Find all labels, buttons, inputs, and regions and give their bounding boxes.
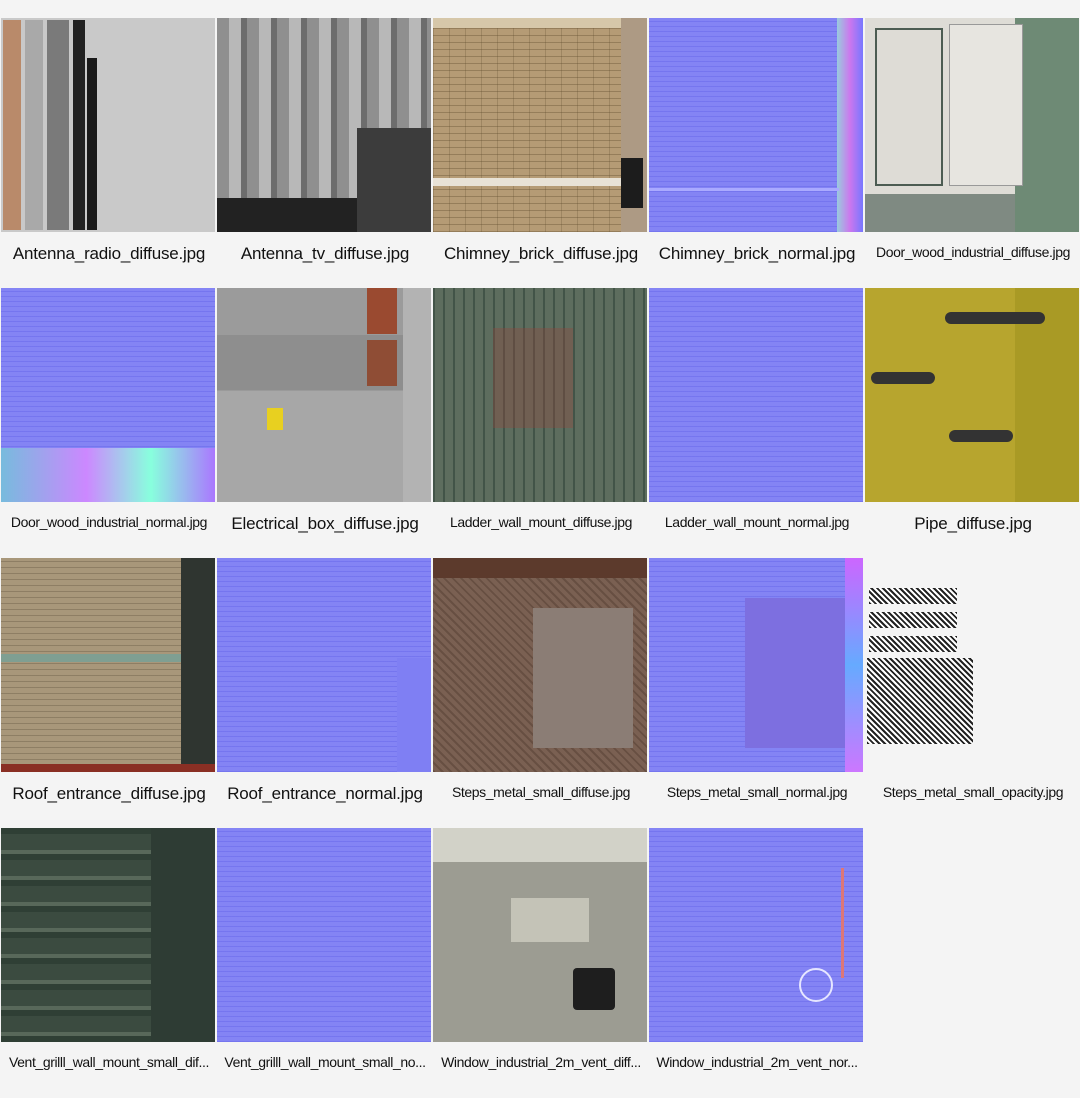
texture-thumbnail[interactable] — [217, 828, 431, 1042]
texture-filename: Vent_grilll_wall_mount_small_dif... — [9, 1054, 209, 1070]
texture-tile[interactable]: Vent_grilll_wall_mount_small_dif... — [1, 828, 217, 1098]
texture-tile[interactable]: Ladder_wall_mount_normal.jpg — [649, 288, 865, 558]
texture-filename: Steps_metal_small_opacity.jpg — [882, 784, 1064, 800]
texture-thumbnail[interactable] — [1, 828, 215, 1042]
texture-thumbnail[interactable] — [433, 558, 647, 772]
texture-tile[interactable]: Door_wood_industrial_diffuse.jpg — [865, 18, 1080, 288]
texture-filename: Roof_entrance_diffuse.jpg — [12, 784, 206, 803]
texture-thumbnail[interactable] — [649, 828, 863, 1042]
texture-filename: Antenna_tv_diffuse.jpg — [240, 244, 410, 263]
texture-tile[interactable]: Electrical_box_diffuse.jpg — [217, 288, 433, 558]
texture-tile[interactable]: Antenna_tv_diffuse.jpg — [217, 18, 433, 288]
texture-thumbnail[interactable] — [217, 18, 431, 232]
texture-filename: Ladder_wall_mount_normal.jpg — [664, 514, 850, 530]
texture-thumbnail[interactable] — [865, 558, 1079, 772]
texture-thumbnail[interactable] — [649, 288, 863, 502]
texture-thumbnail[interactable] — [217, 288, 431, 502]
texture-filename: Door_wood_industrial_normal.jpg — [10, 514, 208, 530]
texture-tile[interactable]: Door_wood_industrial_normal.jpg — [1, 288, 217, 558]
texture-thumbnail[interactable] — [433, 288, 647, 502]
texture-tile[interactable]: Antenna_radio_diffuse.jpg — [1, 18, 217, 288]
texture-tile[interactable]: Steps_metal_small_opacity.jpg — [865, 558, 1080, 828]
texture-filename: Ladder_wall_mount_diffuse.jpg — [450, 514, 632, 530]
texture-thumbnail[interactable] — [433, 828, 647, 1042]
texture-tile[interactable]: Vent_grilll_wall_mount_small_no... — [217, 828, 433, 1098]
texture-tile[interactable]: Roof_entrance_normal.jpg — [217, 558, 433, 828]
texture-filename: Pipe_diffuse.jpg — [914, 514, 1032, 533]
texture-tile[interactable]: Roof_entrance_diffuse.jpg — [1, 558, 217, 828]
texture-filename: Vent_grilll_wall_mount_small_no... — [224, 1054, 426, 1070]
texture-tile[interactable]: Window_industrial_2m_vent_nor... — [649, 828, 865, 1098]
texture-thumbnail[interactable] — [865, 18, 1079, 232]
texture-tile[interactable]: Chimney_brick_diffuse.jpg — [433, 18, 649, 288]
texture-filename: Chimney_brick_normal.jpg — [658, 244, 856, 263]
texture-thumbnail[interactable] — [649, 18, 863, 232]
texture-thumbnail[interactable] — [649, 558, 863, 772]
texture-tile[interactable]: Ladder_wall_mount_diffuse.jpg — [433, 288, 649, 558]
texture-tile[interactable]: Window_industrial_2m_vent_diff... — [433, 828, 649, 1098]
texture-thumbnail[interactable] — [1, 288, 215, 502]
texture-tile[interactable]: Chimney_brick_normal.jpg — [649, 18, 865, 288]
texture-tile[interactable]: Steps_metal_small_diffuse.jpg — [433, 558, 649, 828]
texture-filename: Steps_metal_small_diffuse.jpg — [451, 784, 631, 800]
texture-filename: Chimney_brick_diffuse.jpg — [443, 244, 639, 263]
texture-thumbnail[interactable] — [1, 558, 215, 772]
texture-tile[interactable]: Steps_metal_small_normal.jpg — [649, 558, 865, 828]
texture-filename: Window_industrial_2m_vent_diff... — [441, 1054, 641, 1070]
texture-filename: Door_wood_industrial_diffuse.jpg — [876, 244, 1070, 260]
texture-filename: Antenna_radio_diffuse.jpg — [12, 244, 206, 263]
texture-thumbnail[interactable] — [217, 558, 431, 772]
texture-thumbnail[interactable] — [433, 18, 647, 232]
texture-tile[interactable]: Pipe_diffuse.jpg — [865, 288, 1080, 558]
texture-filename: Electrical_box_diffuse.jpg — [231, 514, 419, 533]
texture-filename: Steps_metal_small_normal.jpg — [666, 784, 848, 800]
texture-filename: Roof_entrance_normal.jpg — [227, 784, 423, 803]
texture-thumbnail[interactable] — [1, 18, 215, 232]
texture-thumbnail[interactable] — [865, 288, 1079, 502]
texture-filename: Window_industrial_2m_vent_nor... — [656, 1054, 858, 1070]
